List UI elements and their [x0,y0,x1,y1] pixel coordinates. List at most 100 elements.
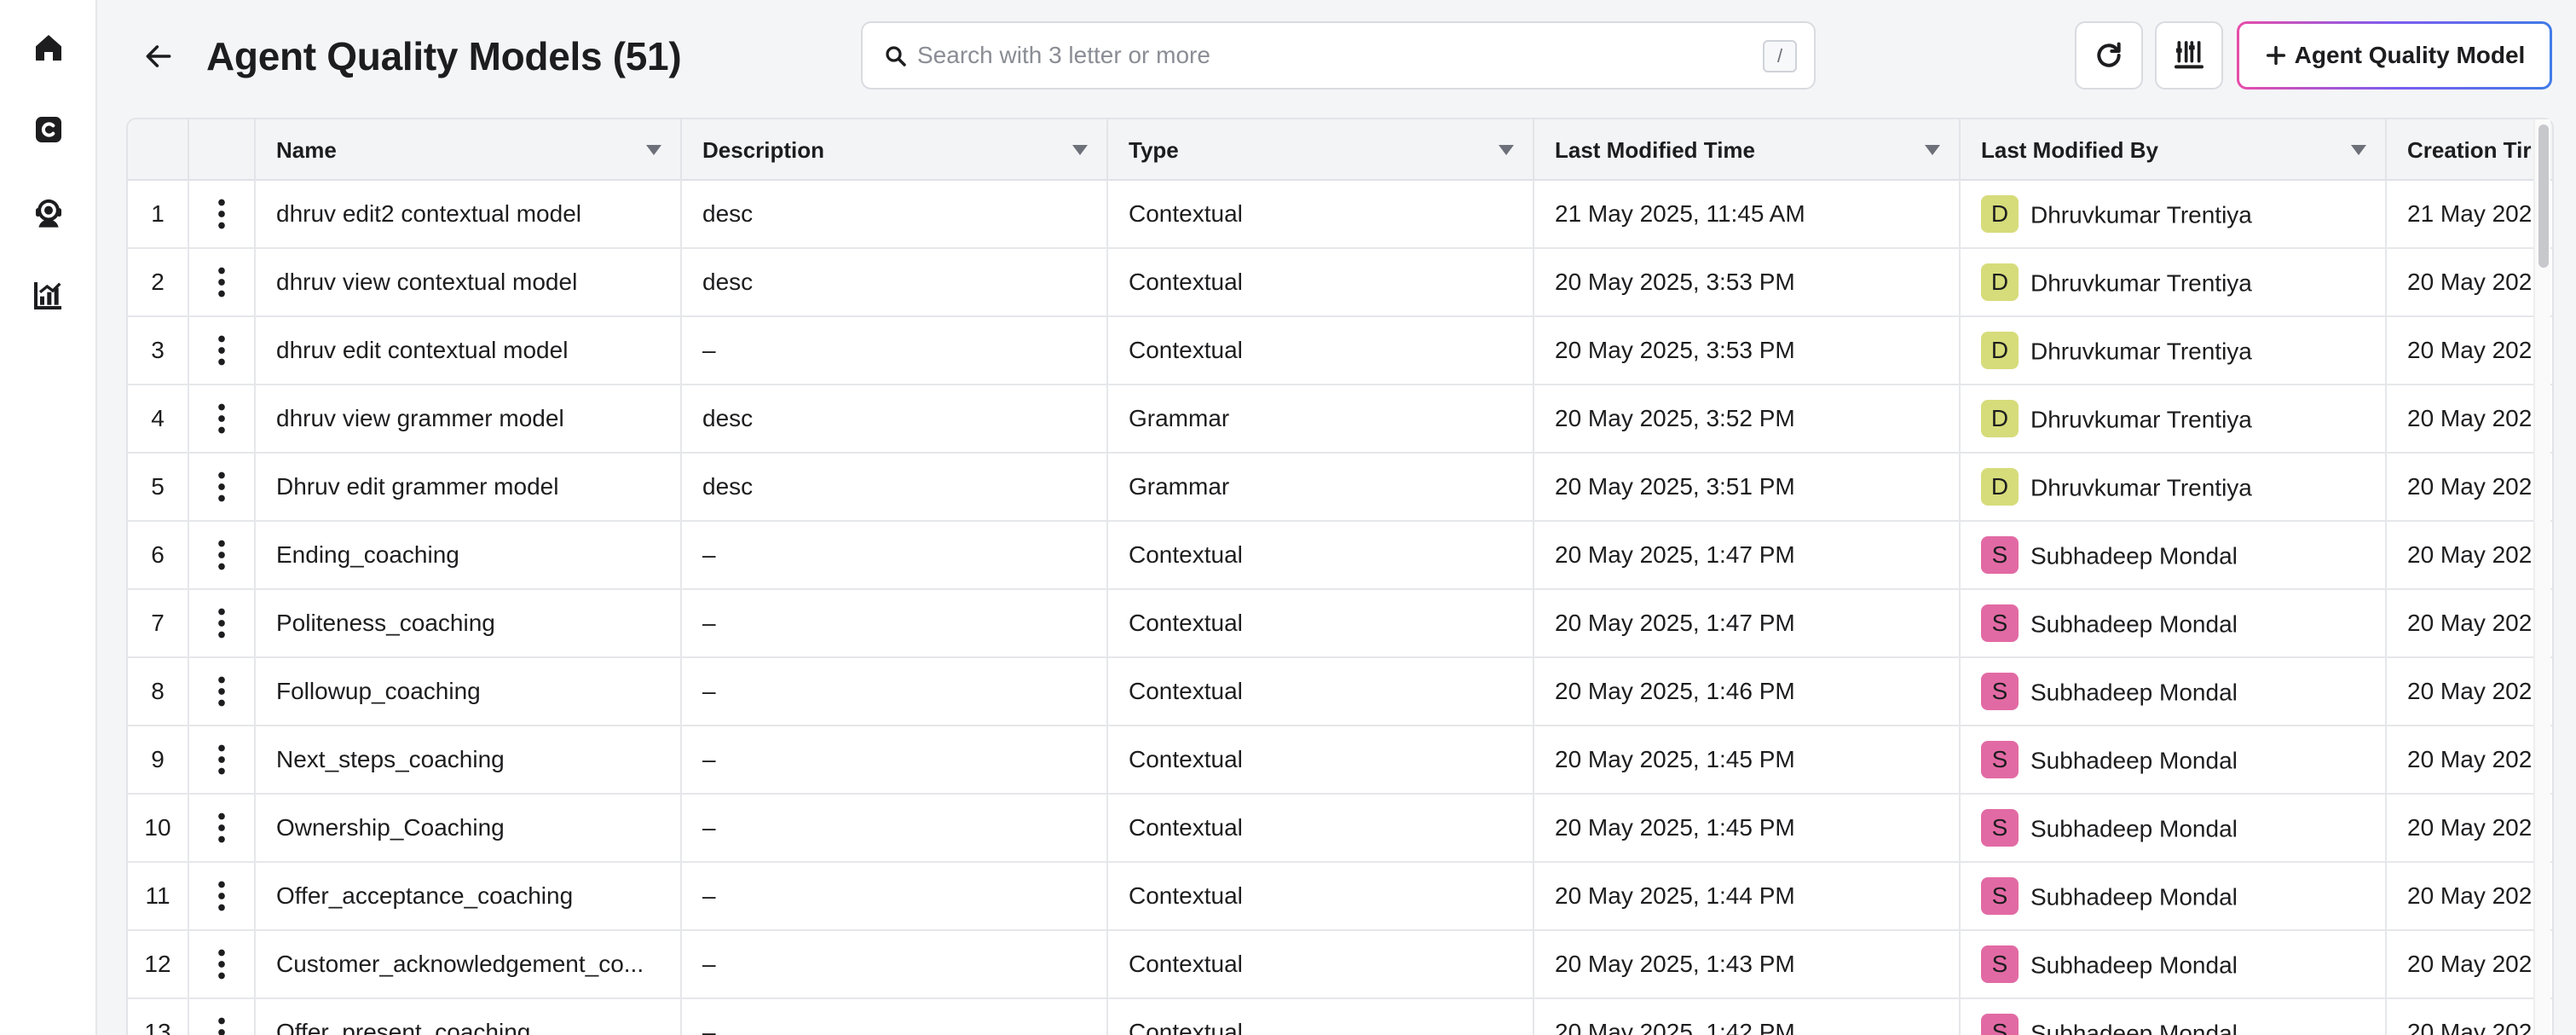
column-header-description[interactable]: Description [682,119,1108,181]
table-row[interactable]: 8 Followup_coaching – Contextual 20 May 2025… [128,658,2552,726]
cell-last-modified-time: 20 May 2025, 1:46 PM [1534,658,1961,725]
table-row[interactable]: 5 Dhruv edit grammer model desc Grammar 20 M… [128,454,2552,522]
row-actions-button[interactable] [189,863,256,929]
analytics-chart-icon [34,282,61,309]
row-actions-button[interactable] [189,385,256,452]
cell-name[interactable]: Ending_coaching [256,522,682,588]
cell-creation-time: 20 May 202 [2407,882,2533,909]
nav-c-app[interactable] [23,104,74,155]
cell-description: – [682,726,1108,793]
back-button[interactable] [136,34,181,78]
avatar: D [1981,467,2019,506]
column-header-type[interactable]: Type [1108,119,1534,181]
cell-name[interactable]: Next_steps_coaching [256,726,682,793]
column-header-creation-time[interactable]: Creation Tir [2387,119,2552,181]
cell-name[interactable]: Ownership_Coaching [256,795,682,861]
cell-type: Contextual [1108,249,1534,315]
user-name: Subhadeep Mondal [2030,747,2238,774]
search-input[interactable] [917,32,1736,79]
avatar: S [1981,672,2019,710]
cell-type: Contextual [1108,863,1534,929]
cell-creation-time: 20 May 202 [2407,473,2533,500]
scrollbar-thumb[interactable] [2538,124,2549,268]
table-row[interactable]: 3 dhruv edit contextual model – Contextual 2… [128,317,2552,385]
row-actions-button[interactable] [189,658,256,725]
cell-name[interactable]: Customer_acknowledgement_co... [256,931,682,997]
cell-creation-time: 20 May 202 [2407,951,2533,977]
table-row[interactable]: 4 dhruv view grammer model desc Grammar 20 M… [128,385,2552,454]
row-number: 12 [128,931,189,997]
cell-name[interactable]: Followup_coaching [256,658,682,725]
column-header-name-label: Name [276,137,337,163]
more-vertical-icon [218,1017,225,1035]
avatar: D [1981,399,2019,437]
caret-down-icon[interactable] [1072,145,1088,155]
more-vertical-icon [218,949,225,980]
cell-name[interactable]: Dhruv edit grammer model [256,454,682,520]
row-actions-button[interactable] [189,249,256,315]
vertical-scrollbar[interactable] [2533,119,2550,1035]
user-name: Subhadeep Mondal [2030,883,2238,911]
cell-last-modified-time: 20 May 2025, 3:52 PM [1534,385,1961,452]
row-actions-button[interactable] [189,726,256,793]
caret-down-icon[interactable] [2351,145,2366,155]
row-actions-button[interactable] [189,181,256,247]
column-header-last-modified-by[interactable]: Last Modified By [1961,119,2387,181]
cell-name[interactable]: Offer_acceptance_coaching [256,863,682,929]
cell-name[interactable]: dhruv view contextual model [256,249,682,315]
cell-creation-time: 20 May 202 [2407,814,2533,841]
caret-down-icon[interactable] [1499,145,1514,155]
table-row[interactable]: 6 Ending_coaching – Contextual 20 May 2025, … [128,522,2552,590]
table-row[interactable]: 9 Next_steps_coaching – Contextual 20 May 20… [128,726,2552,795]
table-row[interactable]: 13 Offer_present_coaching – Contextual 20 Ma… [128,999,2552,1035]
cell-last-modified-by: S Subhadeep Mondal [1961,726,2387,793]
table-row[interactable]: 1 dhruv edit2 contextual model desc Context… [128,181,2552,249]
row-actions-button[interactable] [189,454,256,520]
table-row[interactable]: 11 Offer_acceptance_coaching – Contextual 20… [128,863,2552,931]
search-shortcut-key: / [1763,40,1797,72]
caret-down-icon[interactable] [1925,145,1940,155]
cell-last-modified-time: 20 May 2025, 1:43 PM [1534,931,1961,997]
header-row-number [128,119,189,181]
row-actions-button[interactable] [189,590,256,656]
column-header-name[interactable]: Name [256,119,682,181]
add-agent-quality-model-button[interactable]: Agent Quality Model [2237,21,2552,90]
user-name: Dhruvkumar Trentiya [2030,338,2252,365]
model-name: Customer_acknowledgement_co... [276,951,644,977]
row-number: 2 [128,249,189,315]
caret-down-icon[interactable] [646,145,661,155]
cell-name[interactable]: Offer_present_coaching [256,999,682,1035]
cell-last-modified-by: D Dhruvkumar Trentiya [1961,181,2387,247]
model-name: dhruv view contextual model [276,269,578,295]
table-row[interactable]: 7 Politeness_coaching – Contextual 20 May 20… [128,590,2552,658]
row-actions-button[interactable] [189,931,256,997]
search-box[interactable]: / [861,21,1816,90]
cell-name[interactable]: dhruv edit contextual model [256,317,682,384]
column-header-last-modified-time[interactable]: Last Modified Time [1534,119,1961,181]
cell-creation-time: 21 May 202 [2407,200,2533,227]
cell-name[interactable]: Politeness_coaching [256,590,682,656]
column-header-type-label: Type [1129,137,1179,163]
table-row[interactable]: 12 Customer_acknowledgement_co... – Context… [128,931,2552,999]
user-name: Dhruvkumar Trentiya [2030,474,2252,501]
table-row[interactable]: 2 dhruv view contextual model desc Contextu… [128,249,2552,317]
table-row[interactable]: 10 Ownership_Coaching – Contextual 20 May 20… [128,795,2552,863]
cell-type: Contextual [1108,590,1534,656]
cell-last-modified-time: 20 May 2025, 3:53 PM [1534,249,1961,315]
cell-creation-time: 20 May 202 [2407,541,2533,568]
row-actions-button[interactable] [189,999,256,1035]
row-number: 11 [128,863,189,929]
user-name: Dhruvkumar Trentiya [2030,269,2252,297]
nav-home[interactable] [23,22,74,73]
model-name: Next_steps_coaching [276,746,505,772]
nav-analytics[interactable] [23,269,74,321]
cell-last-modified-time: 20 May 2025, 1:47 PM [1534,522,1961,588]
cell-name[interactable]: dhruv view grammer model [256,385,682,452]
row-actions-button[interactable] [189,317,256,384]
cell-name[interactable]: dhruv edit2 contextual model [256,181,682,247]
row-actions-button[interactable] [189,522,256,588]
refresh-button[interactable] [2075,21,2143,90]
row-actions-button[interactable] [189,795,256,861]
column-settings-button[interactable] [2155,21,2223,90]
nav-agent[interactable] [23,188,74,239]
